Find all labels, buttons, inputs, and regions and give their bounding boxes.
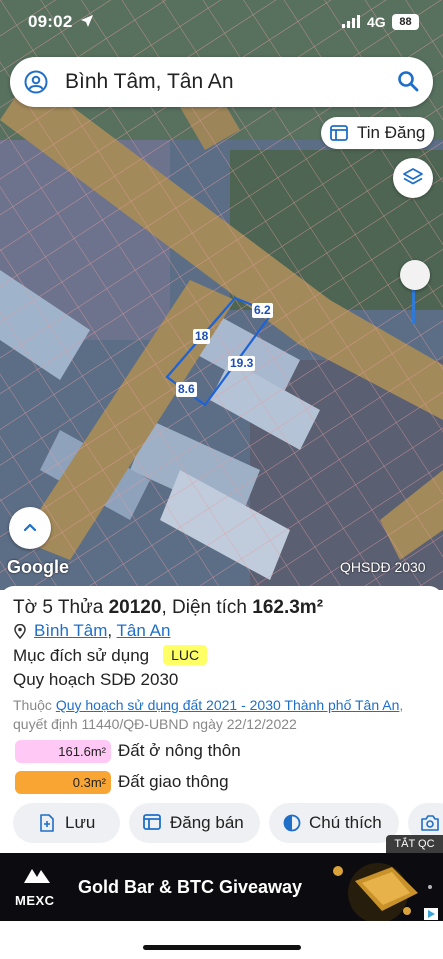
camera-icon [421, 815, 439, 831]
bottom-safe-area [0, 921, 443, 959]
map-view[interactable]: 09:02 4G 88 Bình Tâm, Tân An Tin Đăng 6.… [0, 0, 443, 590]
plan-description: Thuộc Quy hoạch sử dụng đất 2021 - 2030 … [13, 696, 438, 734]
desc-prefix: Thuộc [13, 697, 56, 713]
parcel-title: Tờ 5 Thửa 20120, Diện tích 162.3m² [13, 597, 323, 619]
map-layers-button[interactable] [393, 158, 433, 198]
tin-dang-button[interactable]: Tin Đăng [321, 117, 434, 149]
area-label: , Diện tích [161, 597, 253, 618]
chevron-up-icon [23, 523, 37, 532]
network-type: 4G [367, 14, 386, 30]
layers-icon [403, 168, 423, 185]
parcel-address: Bình Tâm, Tân An [14, 621, 170, 641]
google-attribution: Google [7, 557, 69, 577]
contrast-icon [283, 814, 301, 832]
listing-icon [143, 814, 161, 830]
adchoices-icon[interactable] [424, 908, 438, 920]
close-ad-button[interactable]: TẮT QC [386, 835, 443, 853]
expand-panel-button[interactable] [9, 507, 51, 549]
city-link[interactable]: Tân An [117, 621, 171, 640]
tin-dang-label: Tin Đăng [357, 123, 426, 142]
search-icon[interactable] [397, 70, 419, 92]
parcel-info-panel: Tờ 5 Thửa 20120, Diện tích 162.3m² Bình … [0, 586, 443, 854]
dimension-label: 18 [193, 329, 211, 344]
post-for-sale-button[interactable]: Đăng bán [129, 803, 260, 843]
land-use-type: Đất ở nông thôn [118, 741, 241, 760]
land-use-purpose: Mục đích sử dụng LUC [13, 645, 208, 666]
save-document-icon [40, 814, 54, 832]
opacity-slider-handle[interactable] [400, 260, 430, 290]
map-pin-icon [14, 624, 26, 639]
land-use-badge: LUC [163, 645, 208, 665]
plan-title: Quy hoạch SDĐ 2030 [13, 670, 179, 689]
overlay-label: QHSDĐ 2030 [340, 559, 426, 575]
save-button[interactable]: Lưu [13, 803, 120, 843]
legend-button[interactable]: Chú thích [269, 803, 399, 843]
signal-icon [342, 15, 360, 28]
listing-icon [330, 125, 348, 141]
home-indicator[interactable] [143, 945, 301, 950]
ad-headline: Gold Bar & BTC Giveaway [78, 877, 303, 897]
address-separator: , [107, 621, 113, 640]
status-bar: 09:02 4G 88 [0, 0, 443, 46]
save-label: Lưu [65, 813, 96, 832]
ad-banner[interactable]: MEXC Gold Bar & BTC Giveaway [0, 853, 443, 921]
ward-link[interactable]: Bình Tâm [34, 621, 107, 640]
dimension-label: 8.6 [176, 382, 197, 397]
mexc-logo-icon [24, 869, 50, 883]
purpose-label: Mục đích sử dụng [13, 646, 150, 665]
land-use-type: Đất giao thông [118, 772, 229, 791]
area-value-box: 0.3m² [15, 771, 111, 794]
dimension-label: 6.2 [252, 303, 273, 318]
post-for-sale-label: Đăng bán [170, 813, 244, 832]
area-value-box: 161.6m² [15, 740, 111, 763]
location-arrow-icon [81, 15, 93, 27]
plan-document-link[interactable]: Quy hoạch sử dụng đất 2021 - 2030 Thành … [56, 697, 400, 713]
search-input[interactable]: Bình Tâm, Tân An [65, 70, 234, 94]
legend-label: Chú thích [309, 813, 382, 832]
search-bar[interactable]: Bình Tâm, Tân An [10, 57, 433, 107]
parcel-sheet: Tờ 5 Thửa [13, 597, 109, 618]
status-time: 09:02 [28, 12, 73, 31]
user-account-icon[interactable] [24, 70, 48, 94]
dimension-label: 19.3 [228, 356, 256, 371]
battery-indicator: 88 [392, 14, 419, 30]
parcel-number: 20120 [108, 597, 162, 618]
ad-brand: MEXC [15, 893, 55, 908]
parcel-area: 162.3m² [252, 597, 324, 618]
